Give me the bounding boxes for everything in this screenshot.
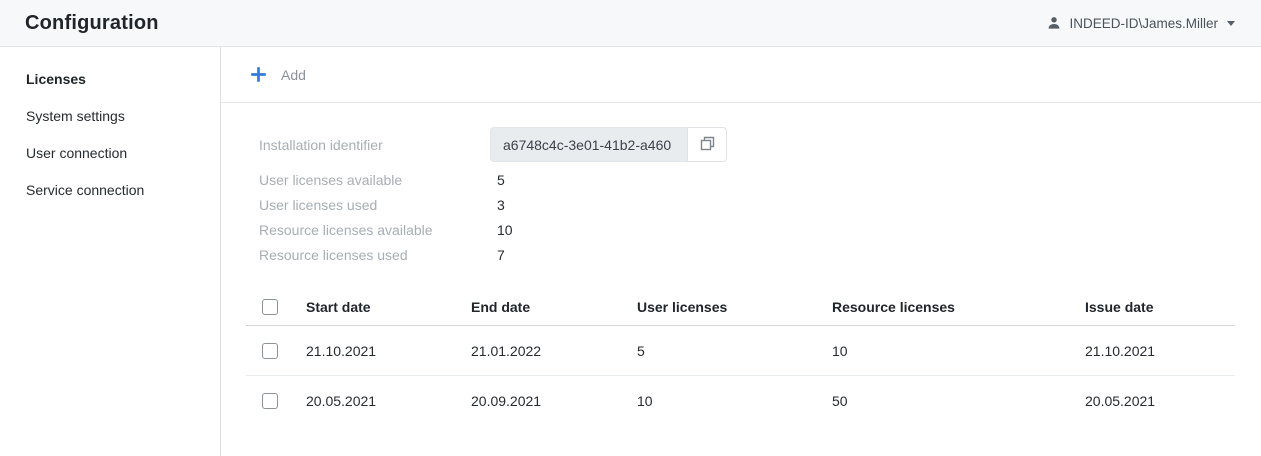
stat-user-licenses-available: User licenses available 5 [259,167,1261,192]
cell-start-date: 21.10.2021 [306,343,471,359]
stat-value: 10 [490,222,513,238]
stat-label: User licenses used [259,197,490,213]
licenses-table: Start date End date User licenses Resour… [246,289,1235,426]
stat-resource-licenses-available: Resource licenses available 10 [259,217,1261,242]
sidebar-item-service-connection[interactable]: Service connection [0,180,220,200]
cell-end-date: 21.01.2022 [471,343,637,359]
cell-resource-licenses: 50 [832,393,1085,409]
column-header-end-date: End date [471,299,637,315]
sidebar: Licenses System settings User connection… [0,47,221,456]
stat-label: Resource licenses used [259,247,490,263]
stat-value: 3 [490,197,505,213]
chevron-down-icon [1227,21,1235,26]
table-row: 20.05.2021 20.09.2021 10 50 20.05.2021 [246,376,1235,426]
sidebar-item-licenses[interactable]: Licenses [0,69,220,89]
add-button-label: Add [281,67,306,83]
cell-issue-date: 20.05.2021 [1085,393,1235,409]
select-all-checkbox[interactable] [262,299,278,315]
stat-resource-licenses-used: Resource licenses used 7 [259,242,1261,267]
app-window: Configuration INDEED-ID\James.Miller Lic… [0,0,1261,456]
stat-label: Resource licenses available [259,222,490,238]
column-header-start-date: Start date [306,299,471,315]
table-row: 21.10.2021 21.01.2022 5 10 21.10.2021 [246,326,1235,376]
column-header-issue-date: Issue date [1085,299,1235,315]
license-details: Installation identifier [221,103,1261,267]
page-title: Configuration [25,12,159,35]
cell-user-licenses: 10 [637,393,832,409]
cell-issue-date: 21.10.2021 [1085,343,1235,359]
row-checkbox-cell [246,343,306,359]
sidebar-item-system-settings[interactable]: System settings [0,106,220,126]
stat-label: User licenses available [259,172,490,188]
installation-identifier-group [490,127,727,162]
row-checkbox-cell [246,393,306,409]
copy-icon [700,136,715,154]
cell-user-licenses: 5 [637,343,832,359]
cell-end-date: 20.09.2021 [471,393,637,409]
content-area: Licenses System settings User connection… [0,47,1261,456]
installation-identifier-input[interactable] [490,127,687,162]
user-menu[interactable]: INDEED-ID\James.Miller [1046,15,1235,31]
cell-start-date: 20.05.2021 [306,393,471,409]
copy-button[interactable] [687,127,727,162]
stat-value: 5 [490,172,505,188]
stat-value: 7 [490,247,505,263]
app-header: Configuration INDEED-ID\James.Miller [0,0,1261,47]
main-panel: Add Installation identifier [221,47,1261,456]
user-icon [1046,15,1062,31]
column-header-resource-licenses: Resource licenses [832,299,1085,315]
table-header-row: Start date End date User licenses Resour… [246,289,1235,326]
stat-user-licenses-used: User licenses used 3 [259,192,1261,217]
cell-resource-licenses: 10 [832,343,1085,359]
user-name: INDEED-ID\James.Miller [1069,16,1218,31]
header-checkbox-cell [246,299,306,315]
add-button[interactable]: Add [249,65,306,84]
sidebar-item-user-connection[interactable]: User connection [0,143,220,163]
installation-identifier-row: Installation identifier [259,127,1261,162]
column-header-user-licenses: User licenses [637,299,832,315]
installation-identifier-label: Installation identifier [259,137,490,153]
toolbar: Add [221,47,1261,103]
plus-icon [249,65,268,84]
row-select-checkbox[interactable] [262,343,278,359]
row-select-checkbox[interactable] [262,393,278,409]
